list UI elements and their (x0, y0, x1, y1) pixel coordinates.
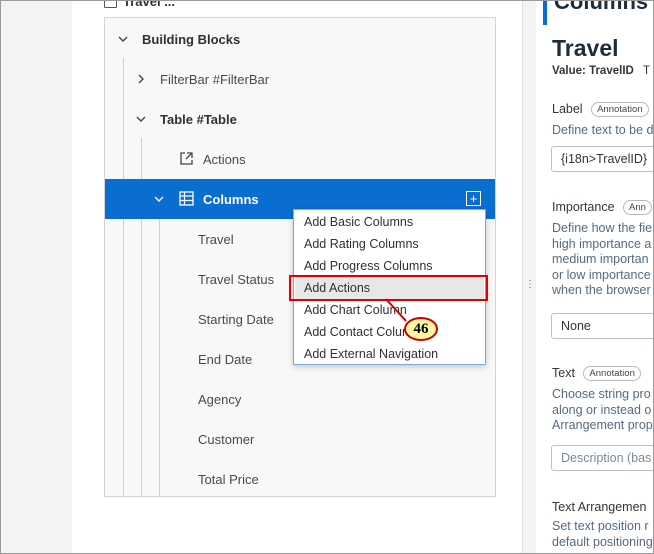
importance-select[interactable]: None (551, 313, 653, 339)
pane-splitter[interactable] (522, 1, 536, 553)
field-description: Choose string pro along or instead o Arr… (552, 387, 653, 434)
text-field-header: Text Annotation (552, 366, 641, 382)
desc-line: high importance a (552, 236, 652, 251)
desc-line: Arrangement prop (552, 418, 653, 432)
property-value-line: Value: TravelID T (552, 65, 650, 77)
desc-line: Define how the fie (552, 221, 653, 235)
field-label: Label (552, 102, 583, 116)
desc-line: along or instead o (552, 402, 652, 417)
field-description: Define text to be d (552, 123, 654, 137)
field-description: Define how the fie high importance a med… (552, 221, 652, 299)
label-field-header: Label Annotation (552, 102, 649, 118)
step-number: 46 (413, 320, 429, 337)
field-label: Text Arrangemen (552, 500, 647, 514)
annotation-badge: Ann (623, 200, 652, 216)
field-description: Set text position r default positioning (552, 519, 653, 550)
properties-header: Columns (554, 0, 649, 14)
desc-line: default positioning (552, 534, 653, 549)
field-label: Text (552, 366, 575, 380)
importance-field-header: Importance Ann (552, 200, 652, 216)
window: Travel ... Building Blocks FilterBar #Fi… (0, 0, 654, 554)
step-callout: 46 (404, 317, 438, 341)
section-accent (543, 1, 547, 25)
desc-line: Set text position r (552, 519, 649, 533)
annotation-badge: Annotation (583, 366, 641, 382)
property-title: Travel (552, 35, 619, 61)
field-label: Importance (552, 200, 615, 214)
desc-line: medium importan (552, 252, 649, 266)
text-arrangement-field-header: Text Arrangemen (552, 500, 647, 514)
label-input[interactable]: {i18n>TravelID} (551, 146, 653, 172)
desc-line: when the browser (552, 283, 651, 297)
desc-line: Choose string pro (552, 387, 651, 401)
value-label: Value: TravelID (552, 65, 634, 77)
text-input[interactable]: Description (bas (551, 445, 653, 471)
annotation-badge: Annotation (591, 102, 649, 118)
desc-line: or low importance (552, 267, 651, 282)
value-suffix: T (643, 65, 651, 77)
